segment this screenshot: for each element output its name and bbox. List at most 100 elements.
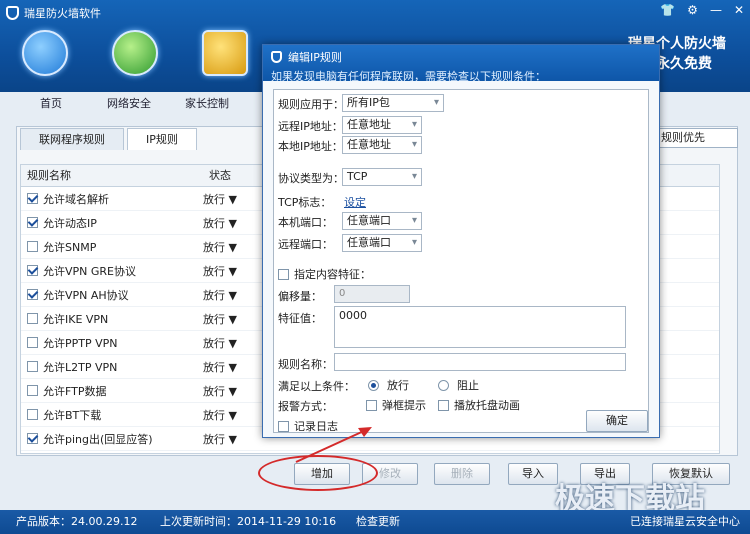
rule-state-dropdown[interactable]: 放行 ▼ xyxy=(189,383,251,399)
tray-animation-checkbox[interactable] xyxy=(438,399,449,411)
close-icon[interactable]: ✕ xyxy=(734,3,744,17)
popup-label: 弹框提示 xyxy=(382,399,426,412)
rule-state-dropdown[interactable]: 放行 ▼ xyxy=(189,335,251,351)
remote-port-label: 远程端口： xyxy=(278,238,333,251)
rule-name-cell: 允许BT下载 xyxy=(21,407,189,423)
feature-value-label: 特征值： xyxy=(278,312,322,325)
network-tool[interactable] xyxy=(90,30,180,86)
lock-icon xyxy=(202,30,248,76)
tcp-flag-label: TCP标志： xyxy=(278,196,332,209)
rule-name-cell: 允许L2TP VPN xyxy=(21,359,189,375)
rule-name-cell: 允许动态IP xyxy=(21,215,189,231)
rule-name-text: 允许L2TP VPN xyxy=(43,360,118,374)
import-button[interactable]: 导入 xyxy=(508,463,558,485)
gear-icon[interactable]: ⚙ xyxy=(687,3,698,17)
network-icon xyxy=(112,30,158,76)
rule-state-dropdown[interactable]: 放行 ▼ xyxy=(189,191,251,207)
rule-state-dropdown[interactable]: 放行 ▼ xyxy=(189,239,251,255)
rule-name-text: 允许VPN AH协议 xyxy=(43,288,129,302)
priority-select[interactable]: 规则优先 xyxy=(652,128,738,148)
log-checkbox[interactable] xyxy=(278,420,289,432)
shirt-icon[interactable]: 👕 xyxy=(660,3,675,17)
local-port-select[interactable]: 任意端口 xyxy=(342,212,422,230)
rule-checkbox[interactable] xyxy=(27,433,38,444)
block-radio[interactable] xyxy=(438,379,449,391)
rule-name-label: 规则名称： xyxy=(278,358,333,371)
rule-checkbox[interactable] xyxy=(27,337,38,348)
apply-select[interactable]: 所有IP包 xyxy=(342,94,444,112)
allow-radio[interactable] xyxy=(368,379,379,391)
tab-ip-rules[interactable]: IP规则 xyxy=(127,128,197,150)
remote-port-select[interactable]: 任意端口 xyxy=(342,234,422,252)
rule-name-cell: 允许VPN AH协议 xyxy=(21,287,189,303)
update-time-text: 上次更新时间：2014-11-29 10:16 xyxy=(160,515,337,528)
rule-name-input[interactable] xyxy=(334,353,626,371)
col-state[interactable]: 状态 xyxy=(189,165,251,186)
app-title: 瑞星防火墙软件 xyxy=(24,7,101,20)
highlight-ellipse xyxy=(258,455,378,491)
rule-checkbox[interactable] xyxy=(27,193,38,204)
rule-name-cell: 允许FTP数据 xyxy=(21,383,189,399)
allow-radio-label: 放行 xyxy=(387,379,409,392)
rule-checkbox[interactable] xyxy=(27,385,38,396)
home-tool[interactable] xyxy=(0,30,90,86)
dialog-subtitle: 如果发现电脑有任何程序联网，需要检查以下规则条件： xyxy=(271,70,546,83)
rule-checkbox[interactable] xyxy=(27,265,38,276)
rule-checkbox[interactable] xyxy=(27,241,38,252)
offset-input[interactable]: 0 xyxy=(334,285,410,303)
col-rule-name[interactable]: 规则名称 xyxy=(21,165,189,186)
block-radio-label: 阻止 xyxy=(457,379,479,392)
rule-state-dropdown[interactable]: 放行 ▼ xyxy=(189,287,251,303)
local-ip-select[interactable]: 任意地址 xyxy=(342,136,422,154)
tab-app-rules[interactable]: 联网程序规则 xyxy=(20,128,124,150)
rule-name-cell: 允许VPN GRE协议 xyxy=(21,263,189,279)
main-nav: 首页 网络安全 家长控制 xyxy=(12,94,246,114)
version-text: 产品版本：24.00.29.12 xyxy=(16,515,138,528)
rule-name-cell: 允许ping出(回显应答) xyxy=(21,431,189,447)
status-bar: 产品版本：24.00.29.12 上次更新时间：2014-11-29 10:16… xyxy=(0,510,750,534)
toolbar xyxy=(0,30,270,86)
dialog-body: 规则应用于： 所有IP包 远程IP地址： 任意地址 本地IP地址： 任意地址 协… xyxy=(273,89,649,433)
minimize-icon[interactable]: — xyxy=(710,3,722,17)
rule-checkbox[interactable] xyxy=(27,361,38,372)
check-update-link[interactable]: 检查更新 xyxy=(356,510,400,534)
rule-state-dropdown[interactable]: 放行 ▼ xyxy=(189,407,251,423)
rule-checkbox[interactable] xyxy=(27,289,38,300)
rule-checkbox[interactable] xyxy=(27,313,38,324)
offset-label: 偏移量： xyxy=(278,290,322,303)
rule-name-cell: 允许域名解析 xyxy=(21,191,189,207)
feature-value-input[interactable]: 0000 xyxy=(334,306,626,348)
local-port-label: 本机端口： xyxy=(278,216,333,229)
protocol-select[interactable]: TCP xyxy=(342,168,422,186)
dialog-titlebar: 编辑IP规则 如果发现电脑有任何程序联网，需要检查以下规则条件： xyxy=(263,45,659,83)
condition-label: 满足以上条件： xyxy=(278,380,355,393)
remote-ip-select[interactable]: 任意地址 xyxy=(342,116,422,134)
rule-name-text: 允许ping出(回显应答) xyxy=(43,432,153,446)
rule-checkbox[interactable] xyxy=(27,217,38,228)
nav-parental-control[interactable]: 家长控制 xyxy=(168,94,246,114)
rule-name-text: 允许IKE VPN xyxy=(43,312,109,326)
nav-network-security[interactable]: 网络安全 xyxy=(90,94,168,114)
feature-checkbox[interactable] xyxy=(278,268,289,280)
rule-state-dropdown[interactable]: 放行 ▼ xyxy=(189,431,251,447)
dialog-title: 编辑IP规则 xyxy=(288,51,342,64)
tcp-flag-link[interactable]: 设定 xyxy=(344,194,366,210)
rule-name-text: 允许域名解析 xyxy=(43,192,109,206)
nav-home[interactable]: 首页 xyxy=(12,94,90,114)
ok-button[interactable]: 确定 xyxy=(586,410,648,432)
rule-name-cell: 允许PPTP VPN xyxy=(21,335,189,351)
parental-tool[interactable] xyxy=(180,30,270,86)
rule-state-dropdown[interactable]: 放行 ▼ xyxy=(189,311,251,327)
remote-ip-label: 远程IP地址： xyxy=(278,120,343,133)
rule-checkbox[interactable] xyxy=(27,409,38,420)
app-window: 瑞星防火墙软件 👕 ⚙ — ✕ 瑞星个人防火墙 永久免费 首页 网络安全 家长控… xyxy=(0,0,750,534)
apply-label: 规则应用于： xyxy=(278,98,344,111)
rule-name-text: 允许BT下载 xyxy=(43,408,102,422)
popup-checkbox[interactable] xyxy=(366,399,377,411)
delete-button[interactable]: 删除 xyxy=(434,463,490,485)
rule-state-dropdown[interactable]: 放行 ▼ xyxy=(189,359,251,375)
rule-state-dropdown[interactable]: 放行 ▼ xyxy=(189,215,251,231)
rule-state-dropdown[interactable]: 放行 ▼ xyxy=(189,263,251,279)
rule-name-text: 允许动态IP xyxy=(43,216,97,230)
dialog-logo-icon xyxy=(271,51,282,63)
